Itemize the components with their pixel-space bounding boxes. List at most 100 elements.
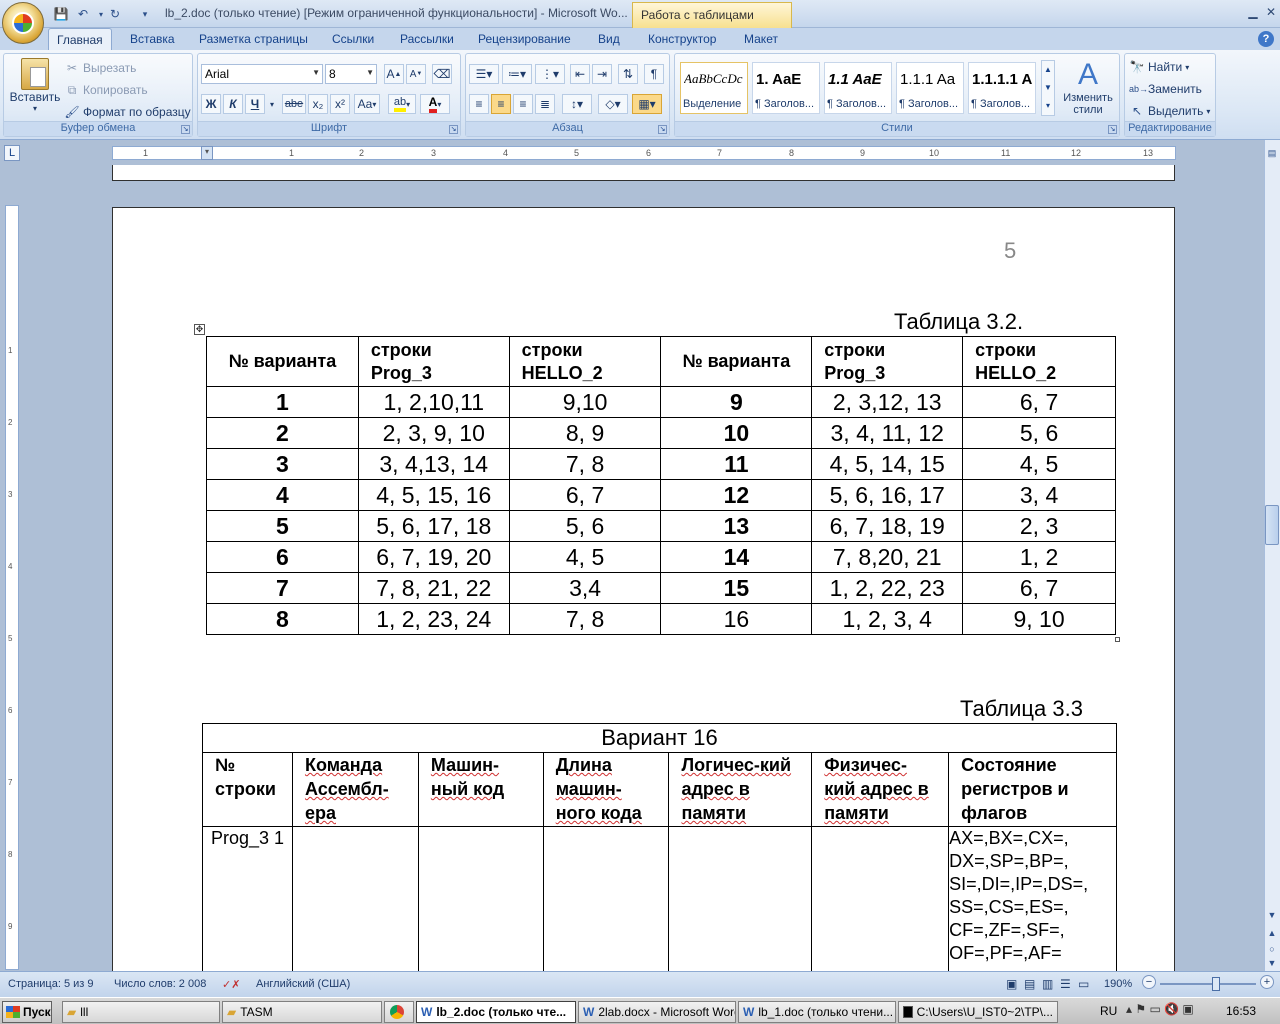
header-cell[interactable]: строки Prog_3 bbox=[357, 336, 510, 387]
table-cell[interactable]: 1, 2,10,11 bbox=[357, 386, 510, 418]
tab-home[interactable]: Главная bbox=[48, 28, 112, 50]
tab-page-layout[interactable]: Разметка страницы bbox=[191, 28, 316, 50]
increase-indent-icon[interactable]: ⇥ bbox=[592, 64, 612, 84]
table-cell[interactable]: 8, 9 bbox=[508, 417, 662, 449]
save-icon[interactable]: 💾 bbox=[52, 5, 70, 23]
clipboard-launcher-icon[interactable]: ↘ bbox=[181, 125, 190, 134]
style-heading-3[interactable]: 1.1.1 Aa ¶ Заголов... bbox=[896, 62, 964, 114]
taskbar-item-folder-lll[interactable]: ▰ lll bbox=[62, 1001, 220, 1023]
table-cell[interactable]: 5, 6, 17, 18 bbox=[357, 510, 510, 542]
table-3-3[interactable]: Вариант 16 № строки Команда Ассембл-ера … bbox=[202, 723, 1117, 971]
table-cell[interactable]: 3, 4 bbox=[962, 479, 1116, 511]
header-cell[interactable]: № строки bbox=[202, 752, 293, 827]
clear-format-icon[interactable]: ⌫ bbox=[432, 64, 452, 84]
header-cell[interactable]: Длина машин-ного кода bbox=[542, 752, 670, 827]
line-number-cell[interactable]: Prog_3 1 bbox=[202, 826, 293, 971]
table-cell[interactable]: 5, 6, 16, 17 bbox=[811, 479, 964, 511]
style-emphasis[interactable]: AaBbCcDc Выделение bbox=[680, 62, 748, 114]
table-cell[interactable]: 10 bbox=[660, 417, 813, 449]
table-cell[interactable]: 7, 8 bbox=[508, 448, 662, 480]
scroll-down-icon[interactable]: ▼ bbox=[1265, 910, 1279, 924]
help-icon[interactable]: ? bbox=[1258, 31, 1274, 47]
table-cell[interactable]: 6, 7 bbox=[962, 386, 1116, 418]
tab-layout[interactable]: Макет bbox=[736, 28, 786, 50]
header-cell[interactable]: Команда Ассембл-ера bbox=[291, 752, 419, 827]
word-count[interactable]: Число слов: 2 008 bbox=[114, 978, 206, 990]
language-tray[interactable]: RU bbox=[1100, 1004, 1117, 1018]
customize-qat-icon[interactable]: ▾ bbox=[136, 5, 154, 23]
taskbar-item-2lab[interactable]: W 2lab.docx - Microsoft Word bbox=[578, 1001, 736, 1023]
table-cell[interactable]: 6 bbox=[206, 541, 359, 573]
table-cell[interactable]: 7, 8 bbox=[508, 603, 662, 635]
header-cell[interactable]: № варианта bbox=[660, 336, 813, 387]
cut-button[interactable]: ✂ Вырезать bbox=[64, 60, 136, 76]
language-indicator[interactable]: Английский (США) bbox=[256, 978, 350, 990]
align-center-icon[interactable]: ≡ bbox=[491, 94, 511, 114]
table-cell[interactable]: 6, 7, 18, 19 bbox=[811, 510, 964, 542]
table-cell[interactable]: 9 bbox=[660, 386, 813, 418]
style-heading-4[interactable]: 1.1.1.1 A ¶ Заголов... bbox=[968, 62, 1036, 114]
header-cell[interactable]: строки Prog_3 bbox=[811, 336, 964, 387]
header-cell[interactable]: Физичес-кий адрес в памяти bbox=[811, 752, 950, 827]
table-cell[interactable]: 6, 7, 19, 20 bbox=[357, 541, 510, 573]
table-cell[interactable]: 3,4 bbox=[508, 572, 662, 604]
taskbar-item-tasm[interactable]: ▰ TASM bbox=[222, 1001, 382, 1023]
table-3-2[interactable]: № варианта строки Prog_3 строки HELLO_2 … bbox=[206, 336, 1116, 635]
table-cell[interactable]: 4, 5 bbox=[962, 448, 1116, 480]
table-cell[interactable]: 3 bbox=[206, 448, 359, 480]
vertical-ruler[interactable]: 1 2 3 4 5 6 7 8 9 bbox=[5, 205, 19, 970]
subscript-button[interactable]: x₂ bbox=[308, 94, 328, 114]
header-cell[interactable]: строки HELLO_2 bbox=[962, 336, 1116, 387]
table-cell[interactable]: 5, 6 bbox=[962, 417, 1116, 449]
replace-button[interactable]: ab→ Заменить bbox=[1129, 81, 1202, 97]
align-left-icon[interactable]: ≡ bbox=[469, 94, 489, 114]
tray-icons[interactable]: ▴ ⚑ ▭ 🔇 ▣ bbox=[1126, 1002, 1194, 1016]
table-cell[interactable]: 2 bbox=[206, 417, 359, 449]
copy-button[interactable]: ⧉ Копировать bbox=[64, 82, 148, 98]
numbering-icon[interactable]: ≔▾ bbox=[502, 64, 532, 84]
document-area[interactable]: 5 ✥ Таблица 3.2. № варианта строки Prog_… bbox=[26, 165, 1264, 971]
font-launcher-icon[interactable]: ↘ bbox=[449, 125, 458, 134]
table-cell[interactable]: 7, 8,20, 21 bbox=[811, 541, 964, 573]
bullets-icon[interactable]: ☰▾ bbox=[469, 64, 499, 84]
multilevel-list-icon[interactable]: ⋮▾ bbox=[535, 64, 565, 84]
tab-references[interactable]: Ссылки bbox=[324, 28, 382, 50]
zoom-slider[interactable] bbox=[1160, 983, 1256, 985]
table-cell[interactable]: 2, 3, 9, 10 bbox=[357, 417, 510, 449]
table-cell[interactable]: 4, 5, 14, 15 bbox=[811, 448, 964, 480]
tab-selector-icon[interactable]: L bbox=[4, 145, 20, 161]
table-cell[interactable]: 13 bbox=[660, 510, 813, 542]
taskbar-item-chrome[interactable] bbox=[384, 1001, 414, 1023]
table-cell[interactable]: 14 bbox=[660, 541, 813, 573]
table-cell[interactable]: 16 bbox=[660, 603, 813, 635]
shrink-font-icon[interactable]: A ▼ bbox=[406, 64, 426, 84]
table-cell[interactable] bbox=[417, 826, 544, 971]
find-button[interactable]: 🔭 Найти ▾ bbox=[1129, 59, 1190, 75]
variant-title-cell[interactable]: Вариант 16 bbox=[202, 723, 1117, 753]
start-button[interactable]: Пуск bbox=[2, 1001, 52, 1023]
table-cell[interactable]: 12 bbox=[660, 479, 813, 511]
align-right-icon[interactable]: ≡ bbox=[513, 94, 533, 114]
indent-marker-icon[interactable]: ▾ bbox=[201, 146, 213, 160]
tab-insert[interactable]: Вставка bbox=[122, 28, 183, 50]
select-button[interactable]: ↖ Выделить ▾ bbox=[1129, 103, 1210, 119]
font-name-combo[interactable]: Arial ▼ bbox=[201, 64, 323, 84]
table-cell[interactable]: 4, 5, 15, 16 bbox=[357, 479, 510, 511]
horizontal-ruler[interactable]: 1 ▾ 1 2 3 4 5 6 7 8 9 10 11 12 13 bbox=[112, 146, 1176, 160]
paragraph-launcher-icon[interactable]: ↘ bbox=[658, 125, 667, 134]
table-cell[interactable]: 8 bbox=[206, 603, 359, 635]
tab-review[interactable]: Рецензирование bbox=[470, 28, 579, 50]
table-cell[interactable] bbox=[291, 826, 419, 971]
table-cell[interactable]: 15 bbox=[660, 572, 813, 604]
font-size-combo[interactable]: 8 ▼ bbox=[325, 64, 377, 84]
table-cell[interactable]: 7, 8, 21, 22 bbox=[357, 572, 510, 604]
italic-button[interactable]: К bbox=[223, 94, 243, 114]
table-cell[interactable] bbox=[542, 826, 670, 971]
table-cell[interactable]: 3, 4,13, 14 bbox=[357, 448, 510, 480]
underline-dropdown-icon[interactable]: ▾ bbox=[266, 94, 278, 114]
table-cell[interactable]: 1, 2 bbox=[962, 541, 1116, 573]
undo-icon[interactable]: ↶ bbox=[74, 5, 92, 23]
borders-icon[interactable]: ▦▾ bbox=[632, 94, 662, 114]
taskbar-item-lb2[interactable]: Wlb_2.doc (только чте... bbox=[416, 1001, 576, 1023]
strikethrough-button[interactable]: abe bbox=[282, 94, 306, 114]
